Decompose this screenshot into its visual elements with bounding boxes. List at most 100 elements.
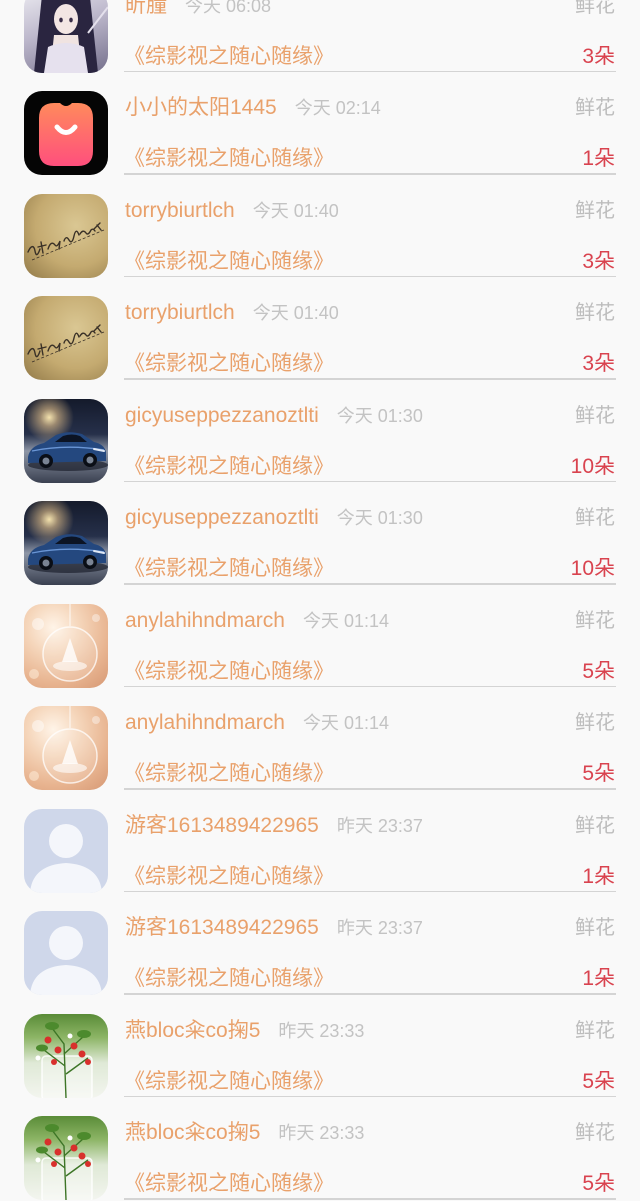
gift-count: 5朵: [582, 762, 615, 785]
user-avatar[interactable]: [24, 501, 108, 585]
strawberry-plant-avatar-icon: [35, 1124, 93, 1200]
user-avatar[interactable]: [24, 0, 108, 73]
book-title[interactable]: 《综影视之随心随缘》: [124, 966, 334, 992]
glass-orb-avatar-icon: [29, 603, 100, 682]
user-avatar[interactable]: [24, 1013, 108, 1098]
username[interactable]: anylahihndmarch: [125, 608, 285, 634]
gift-type-label: 鲜花: [575, 917, 615, 939]
gift-type-label: 鲜花: [575, 97, 615, 119]
book-title[interactable]: 《综影视之随心随缘》: [124, 659, 334, 685]
book-title[interactable]: 《综影视之随心随缘》: [124, 44, 334, 70]
user-avatar[interactable]: [24, 1116, 108, 1200]
gift-count: 5朵: [582, 1172, 615, 1195]
user-avatar[interactable]: [24, 193, 108, 278]
gift-record-item: anylahihndmarch 今天 01:14 鲜花 《综影视之随心随缘》 5…: [0, 585, 640, 688]
timestamp: 今天 01:30: [336, 405, 423, 426]
record-header: torrybiurtlch 今天 01:40: [125, 198, 339, 224]
blue-car-avatar-icon: [28, 534, 108, 573]
record-header: gicyuseppezzanoztlti 今天 01:30: [125, 505, 423, 531]
record-header: gicyuseppezzanoztlti 今天 01:30: [125, 403, 423, 429]
user-avatar[interactable]: [24, 296, 108, 380]
gift-count: 3朵: [582, 249, 615, 273]
user-avatar[interactable]: [24, 91, 108, 175]
username[interactable]: 燕bloc籴co掬5: [125, 1018, 260, 1044]
gift-count: 1朵: [582, 864, 615, 888]
record-header: 昕朣 今天 06:08: [125, 0, 271, 19]
user-avatar[interactable]: [24, 398, 108, 483]
gift-record-item: 游客1613489422965 昨天 23:37 鲜花 《综影视之随心随缘》 1…: [0, 790, 640, 893]
smiley-app-icon: [39, 103, 93, 166]
user-avatar[interactable]: [24, 808, 108, 893]
book-title[interactable]: 《综影视之随心随缘》: [124, 556, 334, 582]
gift-record-list[interactable]: 昕朣 今天 06:08 鲜花 《综影视之随心随缘》 3朵 小小的太阳1445 今…: [0, 0, 640, 1200]
gift-type-label: 鲜花: [575, 199, 615, 222]
gift-type-label: 鲜花: [575, 609, 615, 632]
gift-record-item: torrybiurtlch 今天 01:40 鲜花 《综影视之随心随缘》 3朵: [0, 175, 640, 278]
username[interactable]: anylahihndmarch: [125, 710, 285, 736]
anime-girl-avatar-icon: [34, 0, 108, 73]
book-title[interactable]: 《综影视之随心随缘》: [124, 351, 334, 377]
handwriting-avatar-icon: [27, 221, 105, 260]
timestamp: 今天 01:40: [252, 303, 339, 323]
book-title[interactable]: 《综影视之随心随缘》: [124, 1171, 334, 1197]
gift-record-item: 昕朣 今天 06:08 鲜花 《综影视之随心随缘》 3朵: [0, 0, 640, 73]
username[interactable]: 小小的太阳1445: [125, 95, 277, 121]
gift-type-label: 鲜花: [575, 712, 615, 734]
record-header: anylahihndmarch 今天 01:14: [125, 710, 389, 736]
gift-record-item: anylahihndmarch 今天 01:14 鲜花 《综影视之随心随缘》 5…: [0, 687, 640, 790]
timestamp: 昨天 23:33: [278, 1123, 365, 1143]
user-avatar[interactable]: [24, 603, 108, 688]
gift-record-item: torrybiurtlch 今天 01:40 鲜花 《综影视之随心随缘》 3朵: [0, 277, 640, 380]
timestamp: 今天 01:14: [302, 713, 389, 733]
row-divider: [124, 1198, 616, 1200]
gift-type-label: 鲜花: [575, 507, 615, 529]
blue-car-avatar-icon: [28, 431, 108, 471]
timestamp: 今天 01:14: [302, 610, 389, 631]
gift-count: 3朵: [582, 352, 615, 375]
username[interactable]: gicyuseppezzanoztlti: [125, 505, 319, 531]
timestamp: 今天 01:30: [336, 508, 423, 528]
gift-count: 3朵: [582, 44, 615, 68]
username[interactable]: gicyuseppezzanoztlti: [125, 403, 319, 429]
username[interactable]: torrybiurtlch: [125, 300, 235, 326]
strawberry-plant-avatar-icon: [35, 1021, 93, 1098]
user-avatar[interactable]: [24, 911, 108, 995]
book-title[interactable]: 《综影视之随心随缘》: [124, 454, 334, 480]
gift-record-item: 游客1613489422965 昨天 23:37 鲜花 《综影视之随心随缘》 1…: [0, 892, 640, 995]
gift-record-item: 小小的太阳1445 今天 02:14 鲜花 《综影视之随心随缘》 1朵: [0, 72, 640, 175]
timestamp: 今天 02:14: [294, 98, 381, 118]
book-title[interactable]: 《综影视之随心随缘》: [124, 249, 334, 275]
record-header: anylahihndmarch 今天 01:14: [125, 608, 389, 634]
book-title[interactable]: 《综影视之随心随缘》: [124, 761, 334, 787]
handwriting-avatar-icon: [27, 324, 105, 363]
gift-count: 5朵: [582, 1069, 615, 1093]
user-avatar[interactable]: [24, 706, 108, 790]
username[interactable]: 昕朣: [125, 0, 167, 19]
username[interactable]: 游客1613489422965: [125, 915, 319, 941]
gift-record-item: gicyuseppezzanoztlti 今天 01:30 鲜花 《综影视之随心…: [0, 380, 640, 483]
record-header: 游客1613489422965 昨天 23:37: [125, 915, 423, 941]
gift-count: 5朵: [582, 659, 615, 683]
record-header: torrybiurtlch 今天 01:40: [125, 300, 339, 326]
timestamp: 今天 01:40: [252, 200, 339, 221]
timestamp: 今天 06:08: [185, 0, 272, 16]
gift-record-item: 燕bloc籴co掬5 昨天 23:33 鲜花 《综影视之随心随缘》 5朵: [0, 995, 640, 1098]
default-user-avatar-icon: [30, 926, 102, 995]
username[interactable]: torrybiurtlch: [125, 198, 235, 224]
book-title[interactable]: 《综影视之随心随缘》: [124, 864, 334, 890]
username[interactable]: 游客1613489422965: [125, 813, 319, 839]
default-user-avatar-icon: [30, 823, 102, 893]
gift-type-label: 鲜花: [575, 814, 615, 837]
gift-count: 10朵: [570, 454, 615, 478]
gift-count: 1朵: [582, 147, 615, 170]
book-title[interactable]: 《综影视之随心随缘》: [124, 146, 334, 172]
gift-record-item: 燕bloc籴co掬5 昨天 23:33 鲜花 《综影视之随心随缘》 5朵: [0, 1097, 640, 1200]
glass-orb-avatar-icon: [29, 706, 100, 784]
username[interactable]: 燕bloc籴co掬5: [125, 1120, 260, 1146]
gift-type-label: 鲜花: [575, 1122, 615, 1144]
record-header: 游客1613489422965 昨天 23:37: [125, 813, 423, 839]
record-header: 小小的太阳1445 今天 02:14: [125, 95, 381, 121]
book-title[interactable]: 《综影视之随心随缘》: [124, 1069, 334, 1095]
gift-count: 1朵: [582, 967, 615, 990]
gift-count: 10朵: [570, 557, 615, 580]
